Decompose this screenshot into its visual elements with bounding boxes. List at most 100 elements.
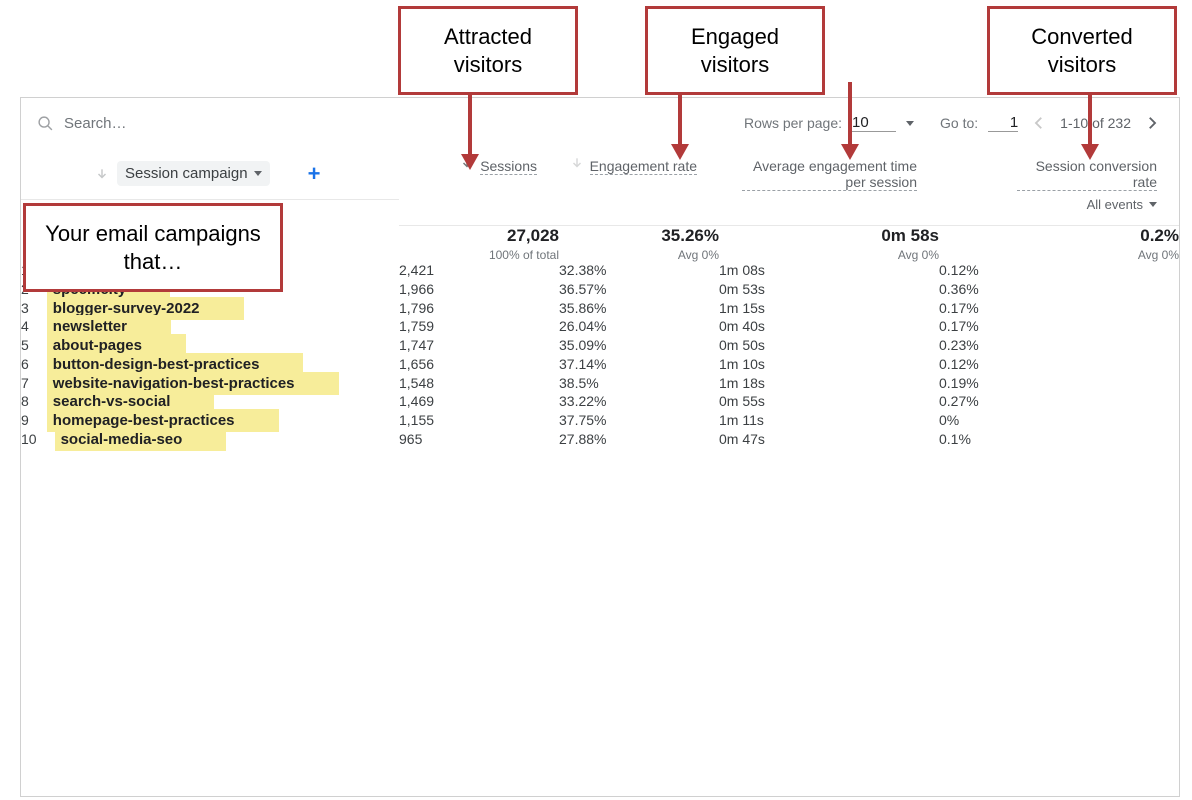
table-cell: 0m 50s bbox=[719, 337, 939, 356]
chevron-down-icon bbox=[254, 171, 262, 176]
table-cell: 0m 40s bbox=[719, 318, 939, 337]
table-cell: 35.86% bbox=[559, 300, 719, 319]
table-cell: 1m 11s bbox=[719, 412, 939, 431]
table-cell: 0.27% bbox=[939, 393, 1179, 412]
table-cell: 1,759 bbox=[399, 318, 559, 337]
table-cell: 1,548 bbox=[399, 375, 559, 394]
pagination: Rows per page: Go to: 1-10 of 232 bbox=[744, 112, 1163, 134]
search-placeholder: Search… bbox=[64, 115, 127, 132]
header-label: Sessions bbox=[480, 158, 537, 175]
picker-label: All events bbox=[1087, 197, 1143, 212]
table-row-name[interactable]: 10social-media-seo bbox=[21, 431, 399, 450]
summary-value: 35.26% bbox=[559, 226, 719, 246]
table-cell: 36.57% bbox=[559, 281, 719, 300]
summary-sub: Avg 0% bbox=[719, 248, 939, 262]
table-cell: 35.09% bbox=[559, 337, 719, 356]
chevron-down-icon bbox=[906, 121, 914, 126]
dimension-picker[interactable]: Session campaign bbox=[117, 161, 270, 186]
table-cell: 38.5% bbox=[559, 375, 719, 394]
annotation-engaged: Engaged visitors bbox=[645, 6, 825, 95]
table-cell: 1m 10s bbox=[719, 356, 939, 375]
column-header-conversion[interactable]: Session conversion rate All events bbox=[939, 148, 1179, 226]
row-index: 10 bbox=[21, 431, 55, 447]
chevron-down-icon bbox=[1149, 202, 1157, 207]
table-cell: 37.14% bbox=[559, 356, 719, 375]
analytics-table-panel: Search… Rows per page: Go to: 1-10 of 23… bbox=[20, 97, 1180, 797]
dimension-label: Session campaign bbox=[125, 165, 248, 182]
annotation-converted: Converted visitors bbox=[987, 6, 1177, 95]
header-label: Engagement rate bbox=[590, 158, 697, 175]
rows-per-page-label: Rows per page: bbox=[744, 115, 842, 131]
rows-per-page-select[interactable] bbox=[852, 114, 896, 132]
table-cell: 2,421 bbox=[399, 262, 559, 281]
column-header-avg-time[interactable]: Average engagement time per session bbox=[719, 148, 939, 226]
column-header-engagement[interactable]: Engagement rate bbox=[559, 148, 719, 226]
row-index: 8 bbox=[21, 393, 47, 409]
summary-sub: 100% of total bbox=[399, 248, 559, 262]
summary-sub: Avg 0% bbox=[559, 248, 719, 262]
table-cell: 0.23% bbox=[939, 337, 1179, 356]
table-cell: 1m 15s bbox=[719, 300, 939, 319]
table-cell: 0% bbox=[939, 412, 1179, 431]
table-cell: 0.17% bbox=[939, 318, 1179, 337]
goto-input[interactable] bbox=[988, 114, 1018, 132]
table-cell: 1m 18s bbox=[719, 375, 939, 394]
summary-conversion: 0.2% Avg 0% bbox=[939, 226, 1179, 262]
table-cell: 1,966 bbox=[399, 281, 559, 300]
add-dimension-button[interactable]: + bbox=[308, 161, 321, 187]
table-cell: 0.17% bbox=[939, 300, 1179, 319]
summary-engagement: 35.26% Avg 0% bbox=[559, 226, 719, 262]
campaign-name: social-media-seo bbox=[55, 428, 227, 451]
table-cell: 0m 47s bbox=[719, 431, 939, 450]
table-cell: 0.12% bbox=[939, 262, 1179, 281]
pagination-range: 1-10 of 232 bbox=[1060, 115, 1131, 131]
table-cell: 27.88% bbox=[559, 431, 719, 450]
dimension-header: Session campaign + bbox=[21, 148, 399, 200]
row-index: 9 bbox=[21, 412, 47, 428]
header-label: Average engagement time per session bbox=[742, 158, 917, 191]
sort-icon bbox=[570, 156, 584, 170]
summary-avg-time: 0m 58s Avg 0% bbox=[719, 226, 939, 262]
table-cell: 0.19% bbox=[939, 375, 1179, 394]
table-cell: 1,656 bbox=[399, 356, 559, 375]
data-table: Session campaign + Sessions Engagement r… bbox=[21, 148, 1179, 450]
row-index: 3 bbox=[21, 300, 47, 316]
chevron-right-icon bbox=[1143, 114, 1161, 132]
next-page-button[interactable] bbox=[1141, 112, 1163, 134]
prev-page-button[interactable] bbox=[1028, 112, 1050, 134]
search-icon bbox=[37, 115, 54, 132]
row-index: 6 bbox=[21, 356, 47, 372]
annotation-left: Your email campaigns that… bbox=[23, 203, 283, 292]
table-cell: 1,469 bbox=[399, 393, 559, 412]
table-cell: 0m 53s bbox=[719, 281, 939, 300]
table-cell: 0m 55s bbox=[719, 393, 939, 412]
summary-sub: Avg 0% bbox=[939, 248, 1179, 262]
table-cell: 965 bbox=[399, 431, 559, 450]
table-cell: 0.12% bbox=[939, 356, 1179, 375]
sort-desc-icon bbox=[460, 156, 474, 170]
header-label: Session conversion rate bbox=[1017, 158, 1157, 191]
summary-value: 27,028 bbox=[399, 226, 559, 246]
summary-value: 0.2% bbox=[939, 226, 1179, 246]
table-cell: 37.75% bbox=[559, 412, 719, 431]
summary-value: 0m 58s bbox=[719, 226, 939, 246]
table-cell: 1,155 bbox=[399, 412, 559, 431]
summary-sessions: 27,028 100% of total bbox=[399, 226, 559, 262]
annotation-attracted: Attracted visitors bbox=[398, 6, 578, 95]
row-index: 7 bbox=[21, 375, 47, 391]
table-cell: 0.36% bbox=[939, 281, 1179, 300]
row-index: 5 bbox=[21, 337, 47, 353]
table-cell: 0.1% bbox=[939, 431, 1179, 450]
table-cell: 26.04% bbox=[559, 318, 719, 337]
table-cell: 1m 08s bbox=[719, 262, 939, 281]
table-cell: 33.22% bbox=[559, 393, 719, 412]
sort-desc-icon bbox=[95, 167, 109, 181]
search-field[interactable]: Search… bbox=[37, 115, 744, 132]
table-cell: 1,747 bbox=[399, 337, 559, 356]
conversion-event-picker[interactable]: All events bbox=[1087, 197, 1157, 212]
goto-label: Go to: bbox=[940, 115, 978, 131]
table-cell: 1,796 bbox=[399, 300, 559, 319]
column-header-sessions[interactable]: Sessions bbox=[399, 148, 559, 226]
row-index: 4 bbox=[21, 318, 47, 334]
table-cell: 32.38% bbox=[559, 262, 719, 281]
